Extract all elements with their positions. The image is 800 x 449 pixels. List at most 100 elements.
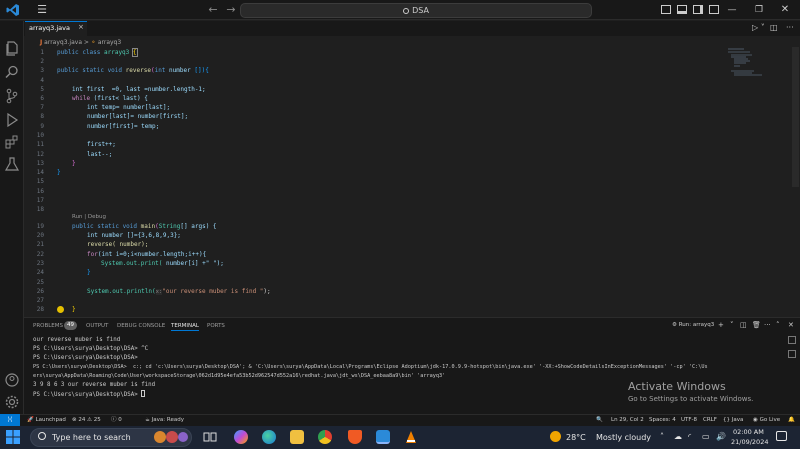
toggle-panel-icon[interactable]: [677, 5, 687, 14]
chrome-icon[interactable]: [318, 430, 332, 444]
code-line-3: public static void reverse(int number []…: [57, 67, 209, 74]
line-number: 3: [40, 67, 44, 74]
new-terminal-icon[interactable]: +: [718, 321, 724, 329]
breadcrumb-class[interactable]: arrayq3: [98, 39, 121, 46]
battery-icon[interactable]: ▭: [702, 432, 710, 441]
close-panel-icon[interactable]: ✕: [788, 321, 794, 329]
editor-scrollbar[interactable]: [792, 47, 799, 187]
terminal-selector[interactable]: ⚙ Run: arrayq3: [672, 322, 714, 328]
volume-icon[interactable]: 🔊: [716, 432, 726, 441]
weather-sun-icon[interactable]: [550, 431, 561, 442]
terminal-line: our reverse muber is find: [33, 337, 121, 343]
run-debug-icon[interactable]: [4, 112, 20, 128]
line-number: 21: [36, 241, 44, 248]
notification-center-icon[interactable]: [776, 431, 787, 441]
more-actions-icon[interactable]: ···: [786, 23, 794, 32]
edge-browser-icon[interactable]: [262, 430, 276, 444]
tab-debug-console[interactable]: DEBUG CONSOLE: [117, 322, 165, 331]
more-actions-icon[interactable]: ···: [764, 321, 771, 329]
notifications-icon[interactable]: 🔔: [788, 416, 795, 424]
gear-icon[interactable]: [4, 394, 20, 410]
problems-status[interactable]: ⊗ 24 ⚠ 25: [72, 416, 101, 424]
command-center-search[interactable]: DSA: [240, 3, 592, 18]
maximize-panel-icon[interactable]: ˄: [776, 321, 780, 329]
weather-temperature[interactable]: 28°C: [566, 433, 586, 442]
line-number: 23: [36, 260, 44, 267]
line-number: 2: [40, 58, 44, 65]
line-number: 26: [36, 288, 44, 295]
minimize-button[interactable]: —: [725, 2, 739, 18]
kill-terminal-icon[interactable]: 🗑: [752, 321, 761, 329]
code-line-9: number[first]= temp;: [87, 123, 160, 130]
tab-ports[interactable]: PORTS: [207, 322, 225, 331]
account-icon[interactable]: [4, 372, 20, 388]
vlc-icon[interactable]: [404, 430, 418, 444]
terminal-line: PS C:\Users\surya\Desktop\DSA> c:; cd 'c…: [33, 364, 708, 370]
brave-browser-icon[interactable]: [348, 430, 362, 444]
file-explorer-icon[interactable]: [290, 430, 304, 444]
terminal-instance-icon[interactable]: [788, 336, 796, 344]
indentation[interactable]: Spaces: 4: [649, 416, 676, 424]
info-status[interactable]: ⓘ 0: [111, 416, 122, 424]
cursor-position[interactable]: Ln 29, Col 2: [611, 416, 644, 424]
wifi-icon[interactable]: ◜: [688, 432, 691, 441]
toggle-secondary-sidebar-icon[interactable]: [693, 5, 703, 14]
minimap[interactable]: [726, 47, 766, 79]
close-window-button[interactable]: ✕: [778, 2, 792, 18]
customize-layout-icon[interactable]: [709, 5, 719, 14]
zoom-icon[interactable]: 🔍: [596, 416, 603, 424]
weather-description[interactable]: Mostly cloudy: [596, 433, 651, 442]
terminal-line: 3 9 8 6 3 our reverse muber is find: [33, 382, 156, 388]
lightbulb-icon[interactable]: [57, 306, 64, 313]
language-mode[interactable]: {} Java: [723, 416, 743, 424]
source-control-icon[interactable]: [4, 88, 20, 104]
search-icon[interactable]: [4, 64, 20, 80]
tab-terminal[interactable]: TERMINAL: [171, 322, 199, 331]
menu-icon[interactable]: ☰: [34, 3, 50, 17]
line-number: 8: [40, 113, 44, 120]
code-line-14: }: [57, 169, 61, 176]
braces-icon: {}: [723, 417, 730, 423]
remote-indicator-icon[interactable]: ⟩⟨: [0, 414, 20, 426]
code-line-11: first++;: [87, 141, 116, 148]
testing-icon[interactable]: [4, 156, 20, 172]
breadcrumb-file[interactable]: arrayq3.java: [44, 39, 82, 46]
encoding[interactable]: UTF-8: [681, 416, 697, 424]
run-button[interactable]: ▷ ˅: [752, 23, 765, 32]
explorer-icon[interactable]: [4, 40, 20, 56]
split-editor-icon[interactable]: ◫: [770, 23, 778, 32]
windows-start-icon[interactable]: [6, 430, 20, 444]
editor-tab-bar: [24, 21, 800, 36]
restore-button[interactable]: ❐: [752, 2, 766, 18]
command-center-label: DSA: [412, 6, 429, 15]
cloud-icon[interactable]: ☁: [674, 432, 682, 441]
code-line-28: }: [72, 306, 76, 313]
clock-date[interactable]: 21/09/2024: [731, 438, 768, 446]
line-ending[interactable]: CRLF: [703, 416, 717, 424]
extensions-icon[interactable]: [4, 134, 20, 150]
clock-time[interactable]: 02:00 AM: [733, 428, 764, 436]
terminal-instance-icon[interactable]: [788, 350, 796, 358]
line-number: 10: [36, 132, 44, 139]
error-icon: ⊗: [72, 417, 77, 423]
tab-output[interactable]: OUTPUT: [86, 322, 108, 331]
tab-problems[interactable]: PROBLEMS: [33, 322, 63, 331]
go-live-button[interactable]: ◉ Go Live: [753, 416, 780, 424]
line-number: 18: [36, 206, 44, 213]
info-icon: ⓘ: [111, 417, 117, 423]
activate-windows-subtitle: Go to Settings to activate Windows.: [628, 395, 754, 403]
split-terminal-icon[interactable]: ◫: [740, 321, 747, 329]
copilot-icon[interactable]: [234, 430, 248, 444]
chevron-down-icon[interactable]: ˅: [730, 321, 734, 329]
arrow-right-icon[interactable]: →: [224, 2, 238, 18]
task-view-icon[interactable]: [203, 430, 217, 444]
close-icon[interactable]: ×: [78, 23, 84, 31]
run-debug-codelens[interactable]: Run | Debug: [72, 214, 106, 220]
java-status[interactable]: ☕ Java: Ready: [145, 416, 184, 424]
chevron-up-icon[interactable]: ˄: [660, 432, 664, 441]
toggle-sidebar-icon[interactable]: [661, 5, 671, 14]
vscode-taskbar-icon[interactable]: [376, 430, 390, 444]
launchpad-item[interactable]: 🚀 Launchpad: [27, 416, 66, 424]
arrow-left-icon[interactable]: ←: [206, 2, 220, 18]
breadcrumb-separator: >: [83, 39, 89, 46]
